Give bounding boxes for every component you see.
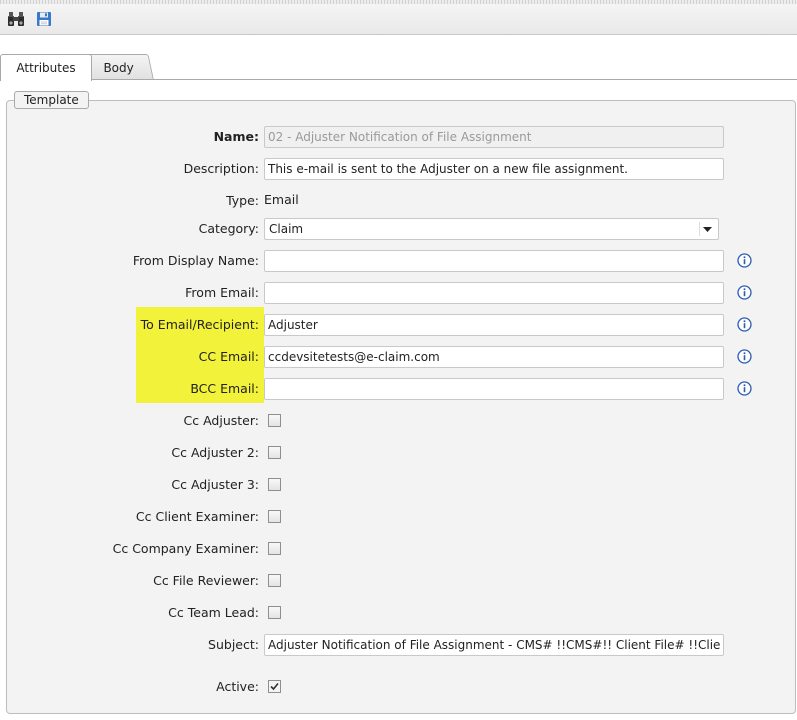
cc-team-lead-label: Cc Team Lead: — [168, 605, 259, 620]
find-button[interactable] — [6, 9, 26, 29]
tab-body-label: Body — [103, 60, 134, 75]
cc-company-examiner-label: Cc Company Examiner: — [112, 541, 259, 556]
cc-adjuster-checkbox[interactable] — [268, 414, 281, 427]
from-email-field[interactable] — [264, 282, 724, 304]
cc-company-examiner-checkbox[interactable] — [268, 542, 281, 555]
cc-adjuster-2-checkbox[interactable] — [268, 446, 281, 459]
cc-client-examiner-checkbox[interactable] — [268, 510, 281, 523]
from-email-label: From Email: — [185, 285, 259, 300]
toolbar — [0, 0, 797, 35]
save-disk-icon — [37, 12, 51, 26]
description-field[interactable] — [264, 158, 724, 180]
info-icon[interactable] — [737, 317, 752, 332]
category-selected-value: Claim — [269, 222, 304, 236]
info-icon[interactable] — [737, 349, 752, 364]
from-display-name-field[interactable] — [264, 250, 724, 272]
cc-adjuster-3-checkbox[interactable] — [268, 478, 281, 491]
cc-file-reviewer-checkbox[interactable] — [268, 574, 281, 587]
cc-client-examiner-label: Cc Client Examiner: — [135, 509, 259, 524]
info-icon[interactable] — [737, 253, 752, 268]
tab-attributes-label: Attributes — [16, 61, 76, 75]
info-icon[interactable] — [737, 285, 752, 300]
tab-attributes[interactable]: Attributes — [0, 54, 92, 81]
template-legend: Template — [14, 91, 89, 109]
cc-email-label: CC Email: — [198, 349, 259, 364]
name-label: Name: — [213, 129, 259, 144]
to-email-label: To Email/Recipient: — [140, 317, 259, 332]
binoculars-icon — [8, 12, 24, 26]
template-fieldset — [6, 100, 796, 714]
checkmark-icon — [270, 682, 279, 691]
type-label: Type: — [226, 193, 259, 208]
subject-label: Subject: — [208, 637, 259, 652]
cc-adjuster-3-label: Cc Adjuster 3: — [171, 477, 259, 492]
save-button[interactable] — [34, 9, 54, 29]
bcc-email-field[interactable] — [264, 378, 724, 400]
from-display-name-label: From Display Name: — [132, 253, 259, 268]
bcc-email-label: BCC Email: — [190, 381, 259, 396]
cc-adjuster-2-label: Cc Adjuster 2: — [171, 445, 259, 460]
subject-field[interactable] — [264, 634, 724, 656]
category-select[interactable]: Claim — [264, 218, 719, 240]
chevron-down-icon[interactable] — [699, 222, 715, 236]
active-label: Active: — [216, 679, 259, 694]
cc-adjuster-label: Cc Adjuster: — [183, 413, 259, 428]
info-icon[interactable] — [737, 381, 752, 396]
to-email-field[interactable] — [264, 314, 724, 336]
type-value: Email — [264, 192, 299, 207]
active-checkbox[interactable] — [268, 680, 281, 693]
cc-team-lead-checkbox[interactable] — [268, 606, 281, 619]
tab-body[interactable]: Body — [82, 54, 154, 80]
description-label: Description: — [183, 161, 259, 176]
cc-email-field[interactable] — [264, 346, 724, 368]
category-label: Category: — [198, 221, 259, 236]
name-field — [264, 126, 724, 148]
cc-file-reviewer-label: Cc File Reviewer: — [153, 573, 259, 588]
